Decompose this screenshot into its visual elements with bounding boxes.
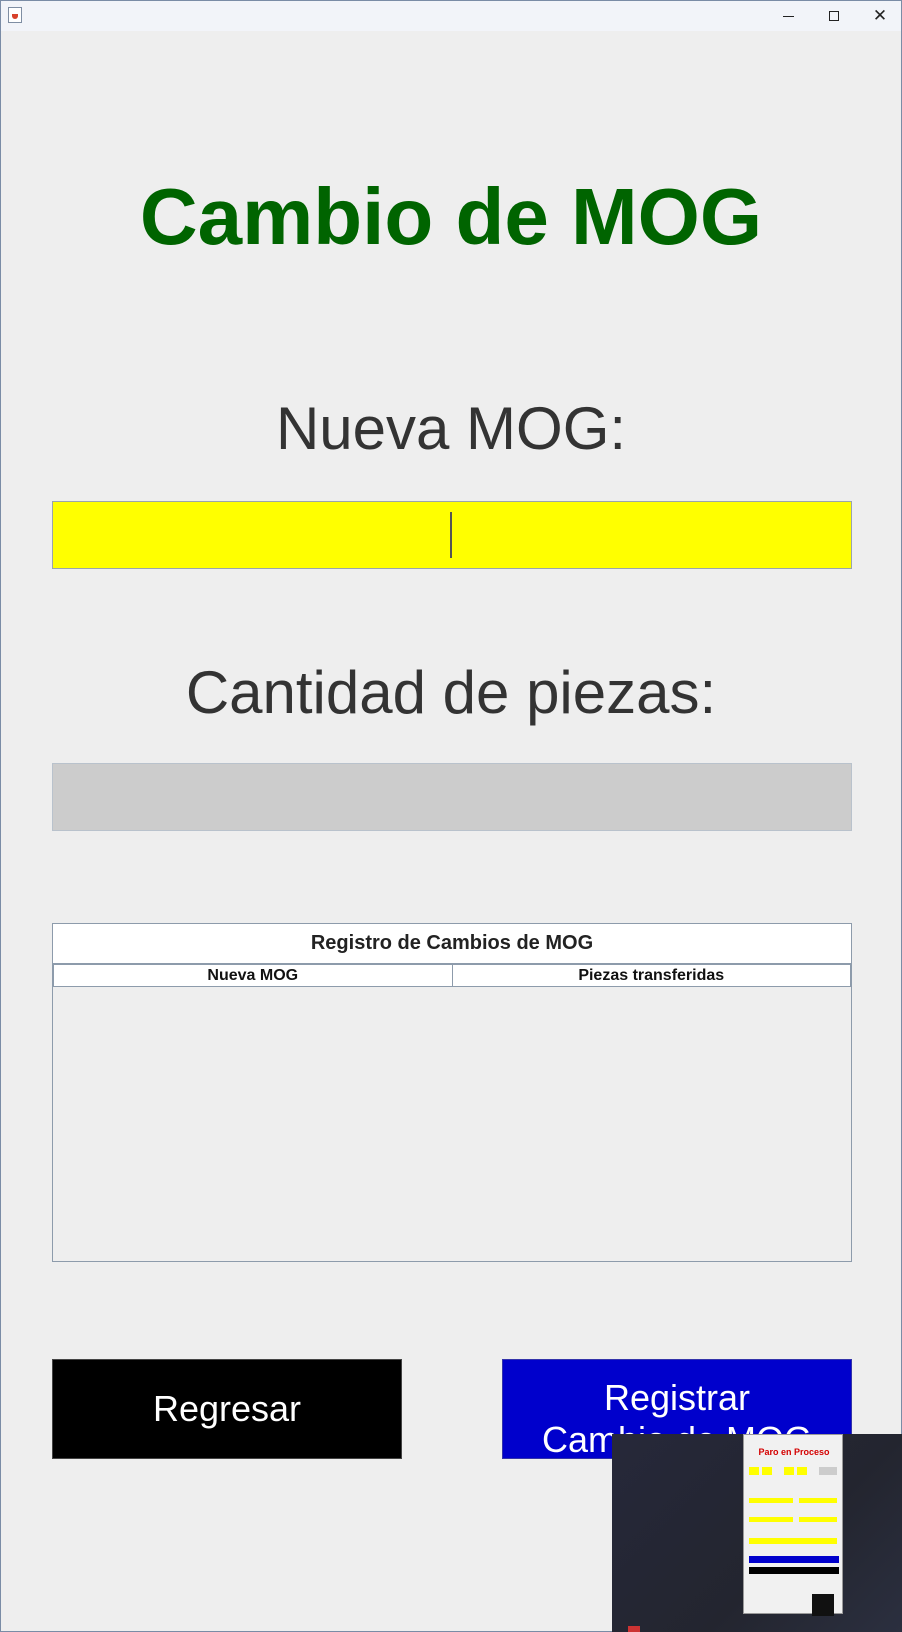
preview-button <box>749 1567 839 1574</box>
page-title: Cambio de MOG <box>139 172 763 261</box>
maximize-button[interactable] <box>811 1 857 31</box>
preview-field <box>799 1517 837 1522</box>
preview-field <box>749 1498 793 1503</box>
text-cursor <box>450 512 452 558</box>
preview-field <box>819 1467 837 1475</box>
title-bar[interactable]: ✕ <box>1 1 901 31</box>
preview-field <box>749 1517 793 1522</box>
regresar-button[interactable]: Regresar <box>52 1359 402 1459</box>
preview-field <box>749 1538 837 1544</box>
maximize-icon <box>829 11 839 21</box>
column-header-nueva-mog[interactable]: Nueva MOG <box>53 964 453 987</box>
preview-title: Paro en Proceso <box>758 1447 830 1457</box>
minimize-button[interactable] <box>765 1 811 31</box>
cantidad-piezas-label: Cantidad de piezas: <box>185 659 717 726</box>
app-window: ✕ Cambio de MOG Nueva MOG: Cantidad de p… <box>0 0 902 1632</box>
close-button[interactable]: ✕ <box>857 1 901 31</box>
preview-field <box>784 1467 794 1475</box>
taskbar-app-icon <box>628 1626 640 1632</box>
column-header-piezas-transferidas[interactable]: Piezas transferidas <box>452 964 851 987</box>
preview-button <box>749 1556 839 1563</box>
registro-table-panel: Registro de Cambios de MOG Nueva MOG Pie… <box>52 923 852 1262</box>
java-app-icon[interactable] <box>8 7 22 23</box>
close-icon: ✕ <box>872 5 888 26</box>
taskbar-preview-thumbnail[interactable]: Paro en Proceso <box>612 1434 902 1632</box>
nueva-mog-field[interactable] <box>52 501 852 569</box>
table-body[interactable] <box>53 988 851 1261</box>
nueva-mog-label: Nueva MOG: <box>275 395 627 462</box>
minimize-icon <box>782 15 794 17</box>
preview-field <box>762 1467 772 1475</box>
preview-window: Paro en Proceso <box>743 1434 843 1614</box>
cantidad-piezas-field[interactable] <box>52 763 852 831</box>
table-title: Registro de Cambios de MOG <box>53 924 851 964</box>
preview-tile <box>812 1594 834 1616</box>
table-header: Nueva MOG Piezas transferidas <box>53 964 851 987</box>
preview-field <box>799 1498 837 1503</box>
preview-field <box>749 1467 759 1475</box>
preview-field <box>797 1467 807 1475</box>
